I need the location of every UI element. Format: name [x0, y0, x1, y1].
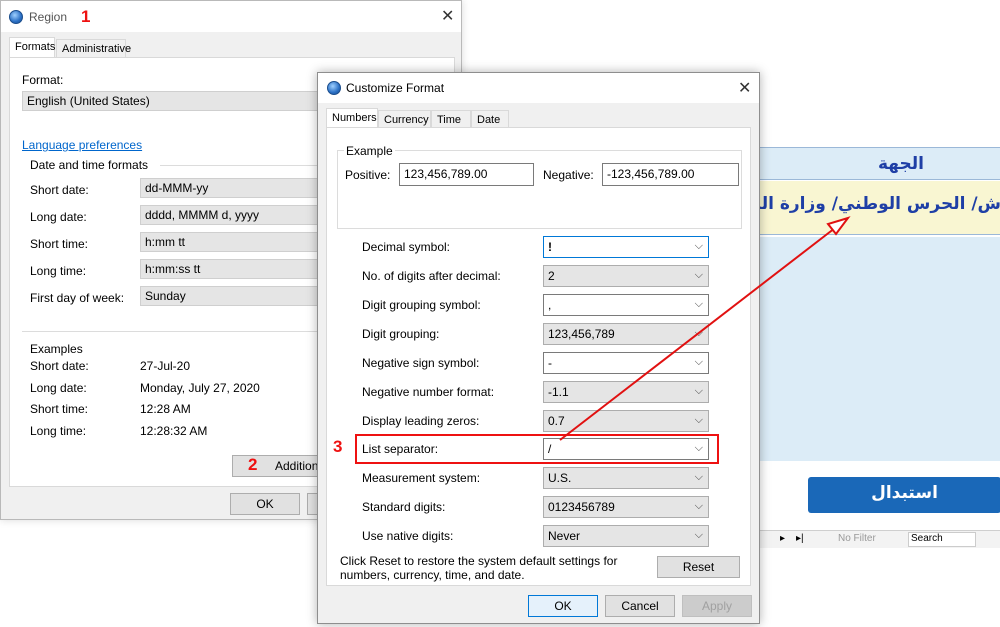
arrow-line: [559, 227, 836, 441]
annotation-arrow: [559, 216, 851, 441]
